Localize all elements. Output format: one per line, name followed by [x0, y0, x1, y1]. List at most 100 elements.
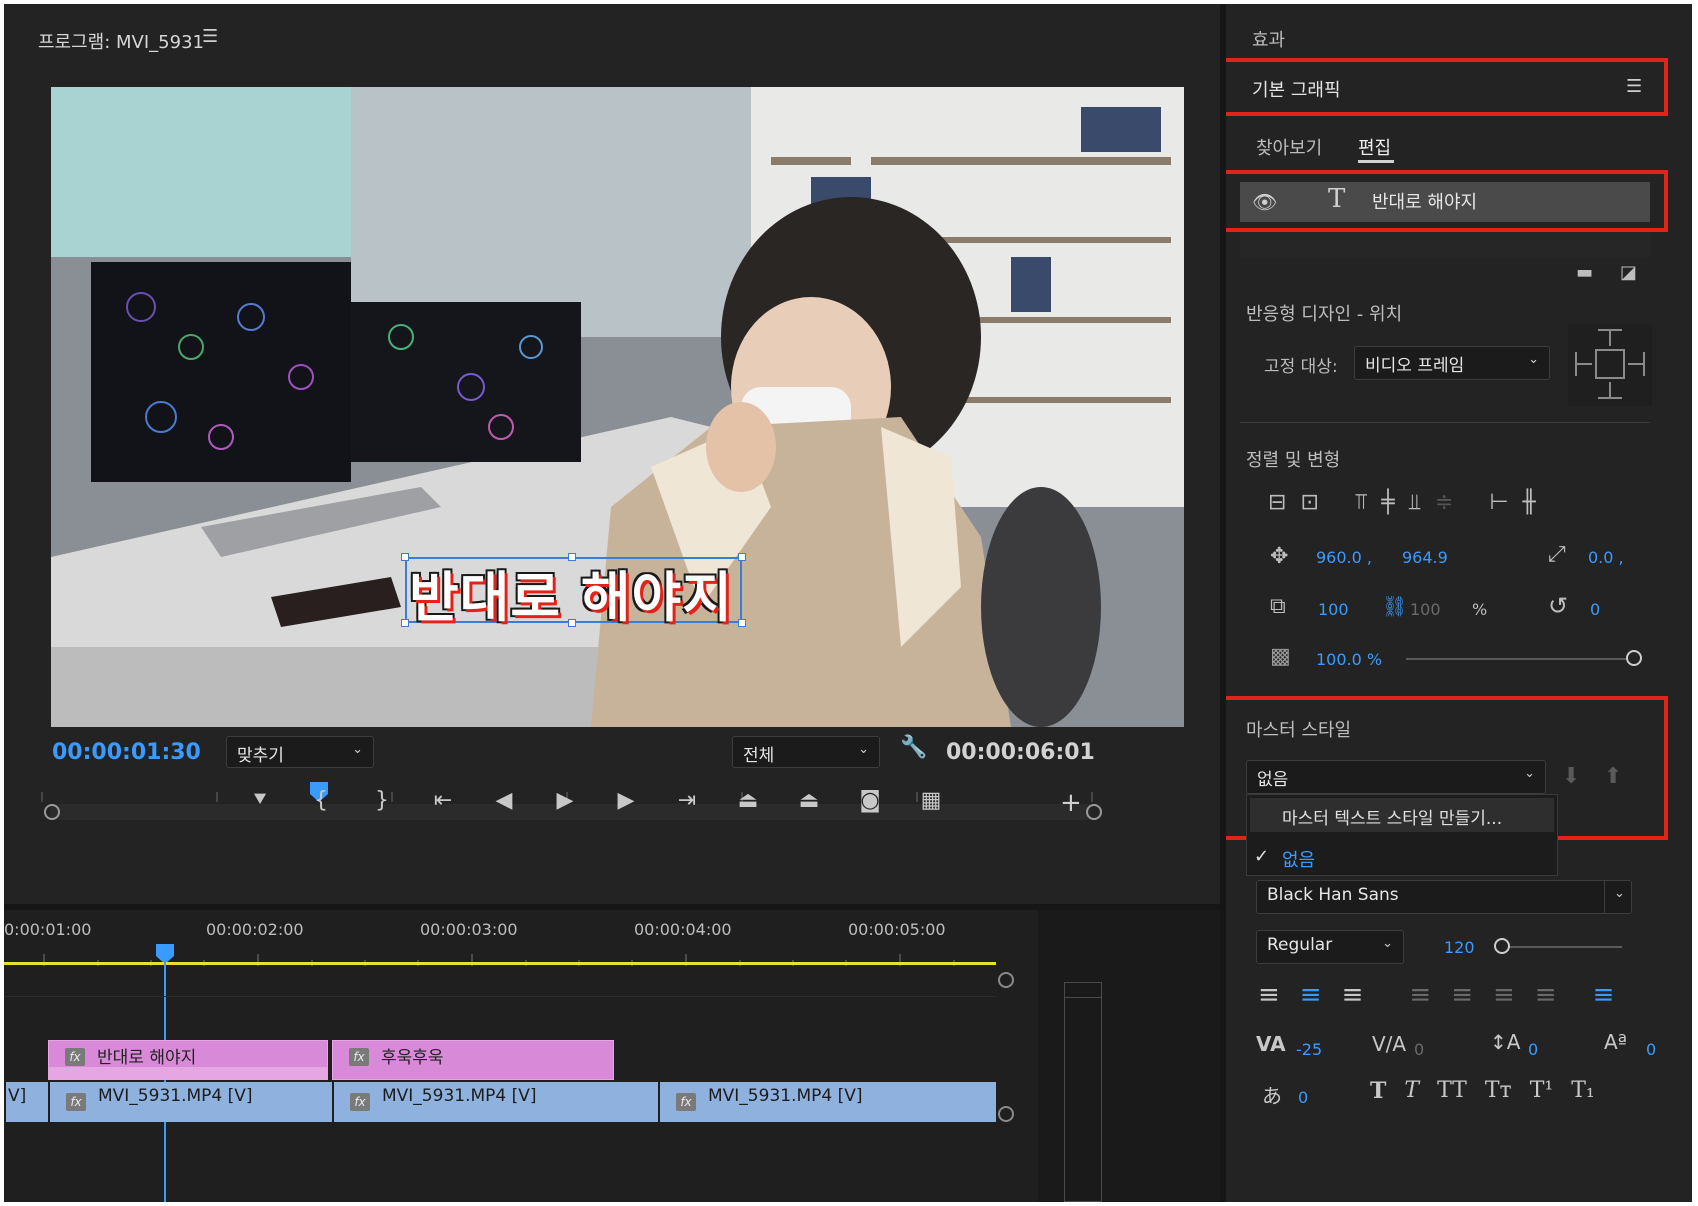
tsume-value[interactable]: 0: [1298, 1088, 1308, 1107]
effects-tab[interactable]: 효과: [1252, 26, 1285, 52]
anchor-x[interactable]: 0.0 ,: [1588, 548, 1624, 567]
panel-title[interactable]: 기본 그래픽: [1252, 76, 1341, 102]
graphic-clip[interactable]: fx 후욱후욱: [332, 1040, 614, 1080]
work-area-bar[interactable]: [4, 962, 996, 965]
step-back-icon[interactable]: ◀: [484, 788, 524, 822]
baseline-value[interactable]: 0: [1646, 1040, 1656, 1059]
go-to-out-icon[interactable]: ⇥: [667, 788, 707, 822]
rotation-value[interactable]: 0: [1590, 600, 1600, 619]
position-icon: ✥: [1270, 544, 1289, 569]
new-layer-icon[interactable]: ◪: [1620, 262, 1637, 283]
new-group-folder-icon[interactable]: ▬: [1576, 262, 1593, 283]
current-timecode[interactable]: 00:00:01:30: [52, 740, 201, 765]
chevron-down-icon[interactable]: ⌄: [1604, 880, 1634, 914]
panel-menu-icon[interactable]: ☰: [202, 26, 218, 47]
font-size-slider-handle[interactable]: [1494, 938, 1510, 954]
justify-left-icon[interactable]: ≡: [1409, 980, 1431, 1010]
font-size-slider-track[interactable]: [1496, 946, 1622, 948]
align-center-icon[interactable]: ╫: [1523, 490, 1536, 515]
video-clip[interactable]: fx MVI_5931.MP4 [V]: [332, 1082, 658, 1122]
text-direction-icon[interactable]: ≡: [1593, 980, 1615, 1010]
font-style-dropdown[interactable]: Regular ⌄: [1256, 930, 1404, 964]
opacity-slider-track[interactable]: [1406, 658, 1626, 660]
mark-in-icon[interactable]: {: [301, 788, 341, 822]
add-marker-icon[interactable]: ⯆: [240, 788, 280, 822]
audio-meter: [1064, 982, 1102, 1202]
video-clip[interactable]: V]: [4, 1082, 48, 1122]
kerning-icon: VA: [1256, 1032, 1286, 1056]
step-forward-icon[interactable]: ▶: [606, 788, 646, 822]
handle-bottom-mid[interactable]: [568, 619, 576, 627]
align-horizontal-center-icon[interactable]: ⊡: [1300, 490, 1318, 515]
justify-all-icon[interactable]: ≡: [1535, 980, 1557, 1010]
align-text-center-icon[interactable]: ≡: [1300, 980, 1322, 1010]
pin-edges-widget[interactable]: [1568, 324, 1652, 406]
menu-item-none[interactable]: 없음: [1282, 846, 1315, 872]
leading-value[interactable]: 0: [1528, 1040, 1538, 1059]
lift-icon[interactable]: ⏏: [728, 788, 768, 822]
handle-bottom-right[interactable]: [738, 619, 746, 627]
pin-to-dropdown[interactable]: 비디오 프레임 ⌄: [1354, 346, 1550, 380]
panel-menu-icon[interactable]: ☰: [1626, 76, 1642, 97]
tab-browse[interactable]: 찾아보기: [1256, 134, 1322, 160]
subscript-icon[interactable]: T₁: [1571, 1078, 1595, 1104]
align-top-icon[interactable]: ⫪: [1355, 490, 1367, 515]
menu-item-create-style[interactable]: 마스터 텍스트 스타일 만들기...: [1250, 798, 1554, 832]
font-family-dropdown[interactable]: Black Han Sans: [1256, 880, 1632, 914]
graphic-clip[interactable]: fx 반대로 해야지: [48, 1040, 328, 1080]
justify-center-icon[interactable]: ≡: [1451, 980, 1473, 1010]
small-caps-icon[interactable]: Tт: [1485, 1078, 1512, 1104]
handle-top-right[interactable]: [738, 553, 746, 561]
program-title[interactable]: 프로그램: MVI_5931: [38, 28, 204, 54]
bold-icon[interactable]: T: [1370, 1078, 1386, 1104]
tracking-value[interactable]: 0: [1414, 1040, 1424, 1059]
export-frame-camera-icon[interactable]: ◙: [850, 788, 890, 822]
extract-icon[interactable]: ⏏: [789, 788, 829, 822]
handle-bottom-left[interactable]: [401, 619, 409, 627]
add-button-icon[interactable]: +: [1060, 788, 1082, 818]
font-size-value[interactable]: 120: [1444, 938, 1475, 957]
audio-meter-peak: [1064, 982, 1102, 998]
kerning-value[interactable]: -25: [1296, 1040, 1322, 1059]
chevron-down-icon: ⌄: [1524, 766, 1535, 781]
video-frame[interactable]: 반대로 해야지: [51, 87, 1184, 727]
push-style-down-icon: ⬇: [1562, 764, 1581, 789]
tab-edit[interactable]: 편집: [1358, 134, 1391, 160]
panel-divider[interactable]: [1220, 4, 1226, 1202]
quality-dropdown[interactable]: 전체 ⌄: [732, 736, 880, 768]
master-style-dropdown[interactable]: 없음 ⌄: [1246, 760, 1546, 794]
fit-dropdown[interactable]: 맞추기 ⌄: [226, 736, 374, 768]
opacity-value[interactable]: 100.0 %: [1316, 650, 1382, 669]
timeline-ruler-ticks[interactable]: [4, 940, 1004, 970]
eye-icon[interactable]: 👁: [1252, 190, 1277, 214]
align-text-right-icon[interactable]: ≡: [1342, 980, 1364, 1010]
wrench-icon[interactable]: 🔧: [900, 735, 927, 760]
compare-view-icon[interactable]: ▦: [911, 788, 951, 822]
align-bottom-icon[interactable]: ⫫: [1409, 490, 1421, 515]
handle-top-left[interactable]: [401, 553, 409, 561]
align-left-icon[interactable]: ⊢: [1489, 490, 1508, 515]
justify-right-icon[interactable]: ≡: [1493, 980, 1515, 1010]
handle-top-mid[interactable]: [568, 553, 576, 561]
opacity-slider-handle[interactable]: [1626, 650, 1642, 666]
video-clip[interactable]: fx MVI_5931.MP4 [V]: [48, 1082, 332, 1122]
superscript-icon[interactable]: T¹: [1530, 1078, 1554, 1104]
all-caps-icon[interactable]: TT: [1437, 1078, 1467, 1104]
zoom-handle[interactable]: [998, 1106, 1014, 1122]
align-text-left-icon[interactable]: ≡: [1258, 980, 1280, 1010]
pin-to-label: 고정 대상:: [1264, 357, 1338, 377]
link-scale-icon[interactable]: ⛓: [1382, 594, 1407, 618]
align-vertical-center-icon[interactable]: ⊟: [1268, 490, 1286, 515]
align-middle-icon[interactable]: ╪: [1381, 490, 1394, 515]
position-y[interactable]: 964.9: [1402, 548, 1448, 567]
scale-value[interactable]: 100: [1318, 600, 1349, 619]
mark-out-icon[interactable]: }: [362, 788, 402, 822]
layer-name[interactable]: 반대로 해야지: [1372, 188, 1477, 214]
zoom-handle[interactable]: [998, 972, 1014, 988]
position-x[interactable]: 960.0 ,: [1316, 548, 1372, 567]
italic-icon[interactable]: T: [1404, 1078, 1419, 1104]
go-to-in-icon[interactable]: ⇤: [423, 788, 463, 822]
tab-edit-underline: [1358, 160, 1394, 163]
video-clip[interactable]: fx MVI_5931.MP4 [V]: [658, 1082, 996, 1122]
play-icon[interactable]: ▶: [545, 788, 585, 822]
